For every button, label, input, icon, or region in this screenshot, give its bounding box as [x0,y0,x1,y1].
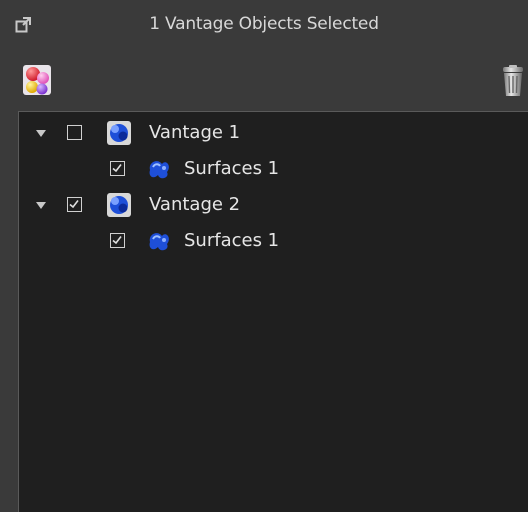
surfaces-icon [146,228,172,254]
expand-arrow-icon[interactable] [36,202,46,209]
tree-row-vantage-1[interactable]: Vantage 1 [19,117,528,151]
visibility-checkbox[interactable] [67,125,82,140]
expand-arrow-icon[interactable] [36,130,46,137]
window-title: 1 Vantage Objects Selected [149,14,379,34]
visibility-checkbox[interactable] [110,233,125,248]
visibility-checkbox[interactable] [67,197,82,212]
tree-node-label: Surfaces 1 [184,230,280,251]
tree-row-surfaces-1[interactable]: Surfaces 1 [19,153,528,187]
vantage-icon [106,192,132,218]
tree-node-label: Surfaces 1 [184,158,280,179]
tree-node-label: Vantage 1 [149,122,241,143]
tree-row-surfaces-1[interactable]: Surfaces 1 [19,225,528,259]
tree-node-label: Vantage 2 [149,194,241,215]
visibility-checkbox[interactable] [110,161,125,176]
vantage-icon [106,120,132,146]
vantage-objects-panel: 1 Vantage Objects Selected Vantage 1 Sur… [0,0,528,512]
title-bar: 1 Vantage Objects Selected [0,0,528,50]
surfaces-icon [146,156,172,182]
object-tree: Vantage 1 Surfaces 1 Vantage 2 Surfaces … [18,111,528,512]
tree-row-vantage-2[interactable]: Vantage 2 [19,189,528,223]
toolbar [0,60,528,104]
trash-icon[interactable] [498,64,528,98]
palette-icon[interactable] [22,64,52,96]
